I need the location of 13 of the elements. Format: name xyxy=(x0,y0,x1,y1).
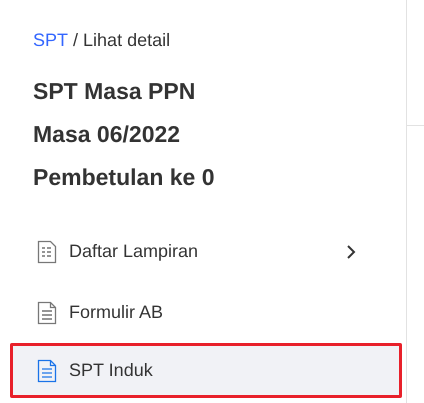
breadcrumb-separator: / xyxy=(73,30,78,50)
breadcrumb-link[interactable]: SPT xyxy=(33,30,68,50)
document-icon xyxy=(37,358,57,382)
menu-item[interactable]: Daftar Lampiran xyxy=(13,227,396,276)
document-icon xyxy=(37,300,57,324)
page-title: Masa 06/2022 xyxy=(33,120,182,149)
chevron-right-icon xyxy=(346,244,356,260)
page-title: SPT Masa PPN xyxy=(33,77,196,106)
breadcrumb-current: Lihat detail xyxy=(83,30,170,50)
menu-item[interactable]: SPT Induk xyxy=(13,346,399,395)
list-document-icon xyxy=(37,240,57,264)
menu-item[interactable]: Formulir AB xyxy=(13,288,396,337)
page-title: Pembetulan ke 0 xyxy=(33,163,216,192)
